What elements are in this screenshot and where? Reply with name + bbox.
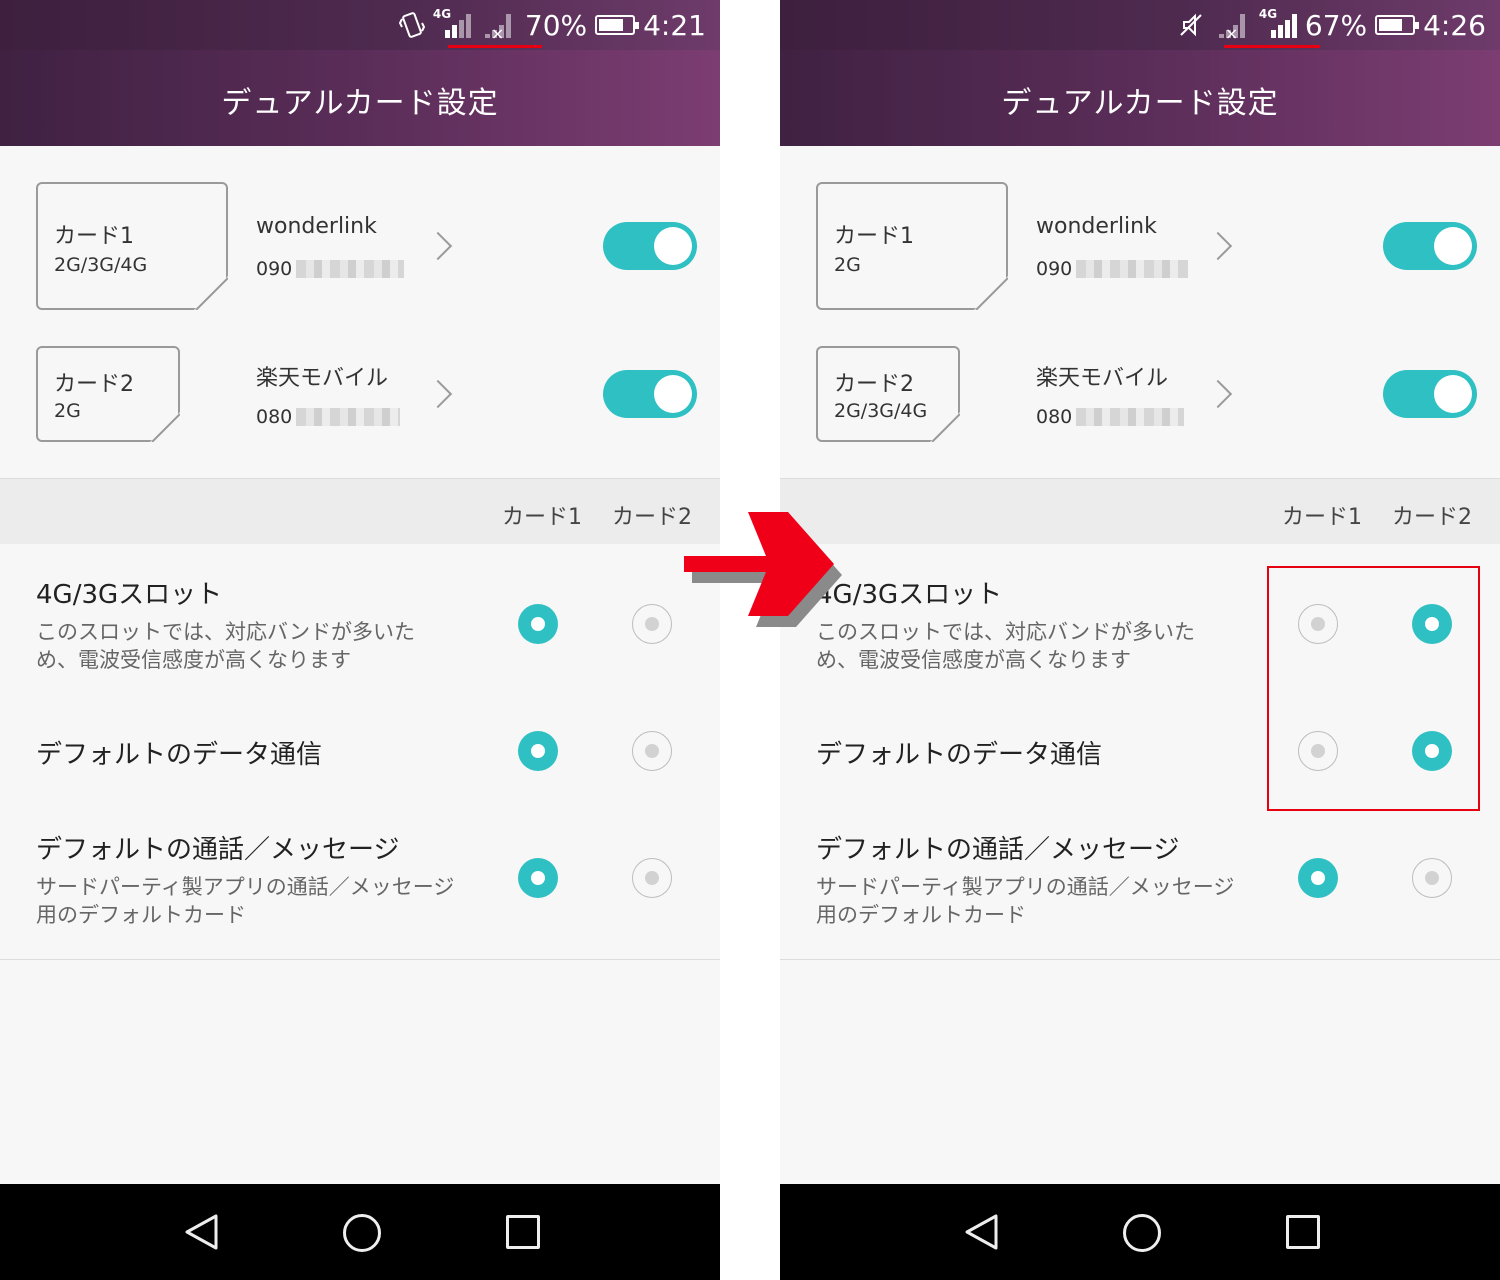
clock: 4:26 xyxy=(1423,8,1486,42)
column-header: カード1 カード2 xyxy=(780,478,1500,546)
row-title: デフォルトのデータ通信 xyxy=(816,740,1103,770)
row-description: サードパーティ製アプリの通話／メッセージ用のデフォルトカード xyxy=(36,875,455,927)
card-1-carrier[interactable]: wonderlink xyxy=(1036,214,1157,239)
setting-row-slot: 4G/3Gスロット このスロットでは、対応バンドが多いため、電波受信感度が高くな… xyxy=(0,544,720,705)
vibrate-icon xyxy=(398,12,425,38)
card-1-toggle[interactable] xyxy=(1383,222,1477,270)
card-1-toggle[interactable] xyxy=(603,222,697,270)
mute-icon xyxy=(1180,13,1202,37)
column-card-1: カード1 xyxy=(502,505,582,530)
sim-card-1-name: カード1 xyxy=(54,224,134,249)
home-icon[interactable] xyxy=(343,1214,381,1252)
column-card-2: カード2 xyxy=(612,505,692,530)
column-card-2: カード2 xyxy=(1392,505,1472,530)
radio-card-2[interactable] xyxy=(632,731,672,771)
radio-card-2[interactable] xyxy=(632,858,672,898)
sim-card-1-name: カード1 xyxy=(834,224,914,249)
recent-apps-icon[interactable] xyxy=(506,1215,540,1249)
status-bar: 4G × 70% 4:21 xyxy=(0,0,720,50)
card-2-toggle[interactable] xyxy=(603,370,697,418)
setting-row-call: デフォルトの通話／メッセージ サードパーティ製アプリの通話／メッセージ用のデフォ… xyxy=(780,799,1500,960)
signal-x-icon: × xyxy=(479,8,517,42)
battery-icon xyxy=(1375,15,1420,35)
column-header: カード1 カード2 xyxy=(0,478,720,546)
chevron-right-icon[interactable] xyxy=(1203,231,1233,261)
radio-card-1[interactable] xyxy=(518,858,558,898)
annotation-underline xyxy=(448,45,542,48)
sim-card-1-network: 2G/3G/4G xyxy=(54,254,148,276)
annotation-highlight-box xyxy=(1267,566,1480,811)
signal-x-icon: × xyxy=(1213,8,1251,42)
clock: 4:21 xyxy=(643,8,706,42)
sim-card-2-network: 2G/3G/4G xyxy=(834,400,928,422)
row-title: デフォルトの通話／メッセージ xyxy=(816,835,1180,865)
title-bar: デュアルカード設定 xyxy=(780,50,1500,146)
signal-4g-icon: 4G xyxy=(1259,8,1297,42)
battery-icon xyxy=(595,15,640,35)
row-description: サードパーティ製アプリの通話／メッセージ用のデフォルトカード xyxy=(816,875,1235,927)
navigation-bar xyxy=(780,1184,1500,1280)
radio-card-1[interactable] xyxy=(518,731,558,771)
radio-card-1[interactable] xyxy=(1298,858,1338,898)
sim-card-2-name: カード2 xyxy=(54,372,134,397)
chevron-right-icon[interactable] xyxy=(423,379,453,409)
radio-card-2[interactable] xyxy=(632,604,672,644)
page-title: デュアルカード設定 xyxy=(221,86,499,121)
sim-card-2-network: 2G xyxy=(54,400,81,422)
battery-percent: 70% xyxy=(524,8,588,42)
red-arrow-icon xyxy=(684,512,842,627)
card-2-toggle[interactable] xyxy=(1383,370,1477,418)
signal-4g-icon: 4G xyxy=(433,8,471,42)
back-icon[interactable] xyxy=(964,1214,1000,1250)
card-1-number: 090 xyxy=(1036,258,1189,280)
row-title: デフォルトのデータ通信 xyxy=(36,740,323,770)
row-description: このスロットでは、対応バンドが多いため、電波受信感度が高くなります xyxy=(816,620,1196,672)
radio-card-1[interactable] xyxy=(518,604,558,644)
navigation-bar xyxy=(0,1184,720,1280)
card-1-number: 090 xyxy=(256,258,405,280)
card-2-carrier[interactable]: 楽天モバイル xyxy=(256,360,388,392)
row-description: このスロットでは、対応バンドが多いため、電波受信感度が高くなります xyxy=(36,620,416,672)
column-card-1: カード1 xyxy=(1282,505,1362,530)
sim-card-1-graphic: カード1 2G/3G/4G xyxy=(36,182,228,310)
card-1-carrier[interactable]: wonderlink xyxy=(256,214,377,239)
row-title: 4G/3Gスロット xyxy=(36,580,223,610)
setting-row-call: デフォルトの通話／メッセージ サードパーティ製アプリの通話／メッセージ用のデフォ… xyxy=(0,799,720,960)
chevron-right-icon[interactable] xyxy=(1203,379,1233,409)
sim-card-2-name: カード2 xyxy=(834,372,914,397)
sim-card-2-graphic: カード2 2G xyxy=(36,346,180,442)
home-icon[interactable] xyxy=(1123,1214,1161,1252)
card-2-number: 080 xyxy=(1036,406,1185,428)
screenshot-before: 4G × 70% 4:21 デュアルカード設定 カード1 2G/3G/4G wo… xyxy=(0,0,720,1280)
card-2-number: 080 xyxy=(256,406,401,428)
sim-card-2-graphic: カード2 2G/3G/4G xyxy=(816,346,960,442)
setting-row-data: デフォルトのデータ通信 xyxy=(0,704,720,800)
back-icon[interactable] xyxy=(184,1214,220,1250)
status-bar: × 4G 67% 4:26 xyxy=(780,0,1500,50)
battery-percent: 67% xyxy=(1304,8,1368,42)
sim-card-1-graphic: カード1 2G xyxy=(816,182,1008,310)
chevron-right-icon[interactable] xyxy=(423,231,453,261)
row-title: 4G/3Gスロット xyxy=(816,580,1003,610)
row-title: デフォルトの通話／メッセージ xyxy=(36,835,400,865)
radio-card-2[interactable] xyxy=(1412,858,1452,898)
sim-card-1-network: 2G xyxy=(834,254,861,276)
page-title: デュアルカード設定 xyxy=(1001,86,1279,121)
recent-apps-icon[interactable] xyxy=(1286,1215,1320,1249)
card-2-carrier[interactable]: 楽天モバイル xyxy=(1036,360,1168,392)
title-bar: デュアルカード設定 xyxy=(0,50,720,146)
annotation-underline xyxy=(1224,45,1320,48)
